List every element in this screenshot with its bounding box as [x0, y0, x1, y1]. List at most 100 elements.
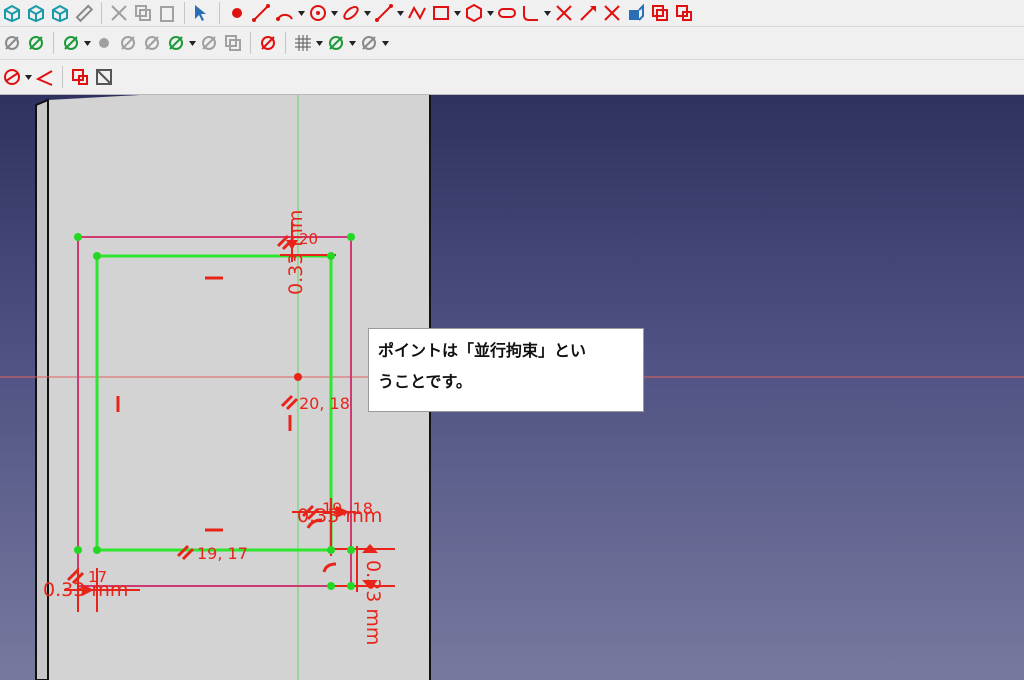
sketch-bspline-button[interactable]: [373, 2, 395, 24]
select-points-icon: [94, 33, 114, 53]
callout-line-2: うことです。: [378, 372, 472, 391]
callout-line-1: ポイントは「並行拘束」とい: [378, 341, 587, 360]
carbon-copy-button[interactable]: [649, 2, 671, 24]
sketch-extend-button[interactable]: [577, 2, 599, 24]
validate-sketch-button[interactable]: [60, 32, 82, 54]
chevron-down-icon[interactable]: [188, 32, 197, 54]
copy-icon: [133, 3, 153, 23]
select-points-button[interactable]: [93, 32, 115, 54]
vertex[interactable]: [347, 233, 355, 241]
vertex[interactable]: [74, 233, 82, 241]
sketch-point-button[interactable]: [226, 2, 248, 24]
sketch-conic-button[interactable]: [340, 2, 362, 24]
vertex[interactable]: [327, 582, 335, 590]
associated-geometry-button[interactable]: [141, 32, 163, 54]
delete-constraints-icon: [26, 33, 46, 53]
view-front-button[interactable]: [49, 2, 71, 24]
sketch-fillet-button[interactable]: [520, 2, 542, 24]
select-constraints-button[interactable]: [1, 32, 23, 54]
sketch-polygon-button[interactable]: [463, 2, 485, 24]
sketch-conic-icon: [341, 3, 361, 23]
label-dim-right[interactable]: 0.33 mm: [362, 560, 384, 645]
vertex[interactable]: [347, 582, 355, 590]
symmetry-tool-button[interactable]: [198, 32, 220, 54]
chevron-down-icon[interactable]: [363, 2, 372, 24]
view-iso-icon: [2, 3, 22, 23]
vertex[interactable]: [93, 252, 101, 260]
toggle-driving-button[interactable]: [93, 66, 115, 88]
toolbar-row-2-buttons: [0, 27, 390, 59]
sketch-rectangle-icon: [431, 3, 451, 23]
constrain-block-button[interactable]: [1, 66, 23, 88]
sketch-polyline-button[interactable]: [406, 2, 428, 24]
construction-mode-button[interactable]: [673, 2, 695, 24]
view-box-button[interactable]: [25, 2, 47, 24]
toolbar-separator: [53, 32, 54, 54]
chevron-down-icon[interactable]: [348, 32, 357, 54]
chevron-down-icon[interactable]: [330, 2, 339, 24]
label-parallel-20-18: 20, 18: [299, 394, 350, 413]
sketch-arc-button[interactable]: [274, 2, 296, 24]
annotation-callout: ポイントは「並行拘束」とい うことです。: [368, 328, 644, 412]
toggle-construction-button[interactable]: [69, 66, 91, 88]
restore-constraints-button[interactable]: [165, 32, 187, 54]
sketch-rectangle-button[interactable]: [430, 2, 452, 24]
sketch-circle-button[interactable]: [307, 2, 329, 24]
delete-constraints-button[interactable]: [25, 32, 47, 54]
vertex[interactable]: [327, 252, 335, 260]
vertex[interactable]: [327, 546, 335, 554]
sketch-split-button[interactable]: [601, 2, 623, 24]
measure-button[interactable]: [73, 2, 95, 24]
label-parallel-19-17: 19, 17: [197, 544, 248, 563]
associated-constraints-button[interactable]: [117, 32, 139, 54]
chevron-down-icon[interactable]: [381, 32, 390, 54]
associated-geometry-icon: [142, 33, 162, 53]
whats-this-button[interactable]: [191, 2, 213, 24]
vertex[interactable]: [347, 546, 355, 554]
paste-icon: [157, 3, 177, 23]
chevron-down-icon[interactable]: [453, 2, 462, 24]
chevron-down-icon[interactable]: [486, 2, 495, 24]
chevron-down-icon[interactable]: [83, 32, 92, 54]
sketch-circle-icon: [308, 3, 328, 23]
chevron-down-icon[interactable]: [24, 66, 33, 88]
snap-button[interactable]: [325, 32, 347, 54]
external-geometry-icon: [626, 3, 646, 23]
vertex[interactable]: [74, 546, 82, 554]
external-geometry-button[interactable]: [625, 2, 647, 24]
sketch-point-icon: [227, 3, 247, 23]
chevron-down-icon[interactable]: [543, 2, 552, 24]
sketch-extend-icon: [578, 3, 598, 23]
sketch-slot-icon: [497, 3, 517, 23]
rendering-order-button[interactable]: [358, 32, 380, 54]
toggle-construction-icon: [70, 67, 90, 87]
sketch-trim-button[interactable]: [553, 2, 575, 24]
label-dim-right2[interactable]: 0.33 mm: [297, 505, 382, 527]
grid-button[interactable]: [292, 32, 314, 54]
sketch-slot-button[interactable]: [496, 2, 518, 24]
remove-axes-button[interactable]: [257, 32, 279, 54]
chevron-down-icon[interactable]: [396, 2, 405, 24]
restore-constraints-icon: [166, 33, 186, 53]
paste-button[interactable]: [156, 2, 178, 24]
copy-button[interactable]: [132, 2, 154, 24]
cut-button[interactable]: [108, 2, 130, 24]
vertex[interactable]: [93, 546, 101, 554]
label-dim-bottom-left[interactable]: 0.33 mm: [43, 579, 128, 601]
toolbar-separator: [250, 32, 251, 54]
toolbar-separator: [62, 66, 63, 88]
chevron-down-icon[interactable]: [315, 32, 324, 54]
select-constraints-icon: [2, 33, 22, 53]
sketch-origin[interactable]: [294, 373, 302, 381]
3d-viewport[interactable]: 20 20, 18 19, 17 19, 18 17 0.33 mm 0.33 …: [0, 95, 1024, 680]
measure-icon: [74, 3, 94, 23]
construction-mode-icon: [674, 3, 694, 23]
clone-tool-button[interactable]: [222, 32, 244, 54]
constrain-angle-button[interactable]: [34, 66, 56, 88]
label-dim-top[interactable]: 0.33 mm: [285, 210, 307, 295]
sketch-trim-icon: [554, 3, 574, 23]
toolbar-separator: [285, 32, 286, 54]
chevron-down-icon[interactable]: [297, 2, 306, 24]
view-iso-button[interactable]: [1, 2, 23, 24]
sketch-line-button[interactable]: [250, 2, 272, 24]
